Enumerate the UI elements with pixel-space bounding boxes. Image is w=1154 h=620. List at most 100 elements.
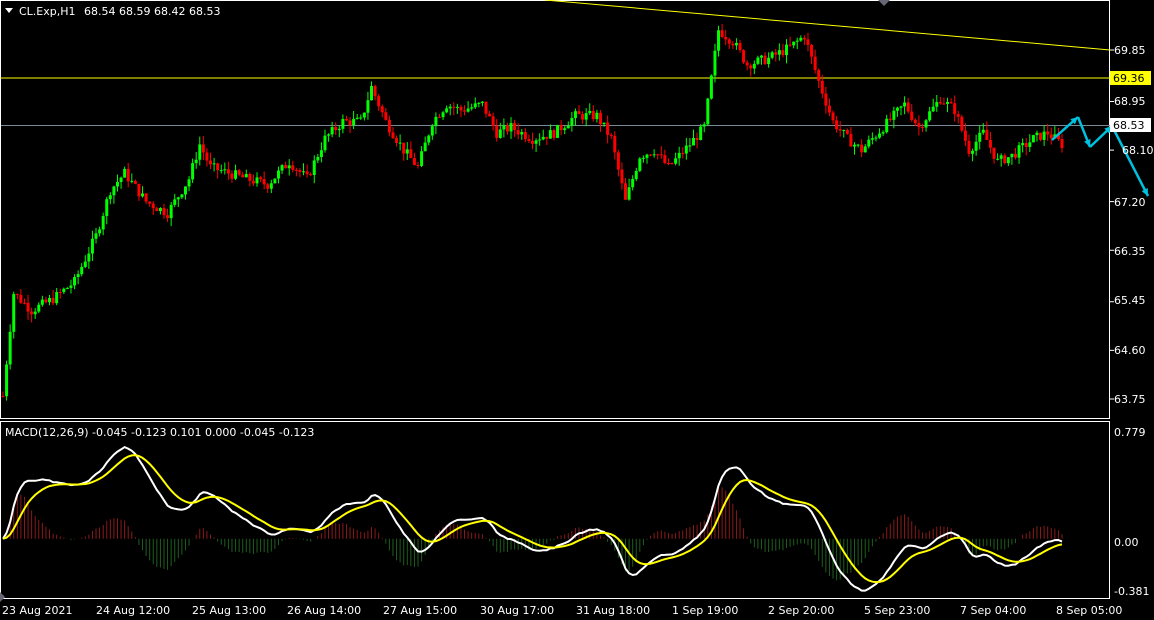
candle-body xyxy=(1,396,5,398)
price-label-1: 69.85 xyxy=(1114,44,1146,57)
price-axis: 69.85 68.95 68.10 67.20 66.35 65.45 64.6… xyxy=(1110,44,1154,406)
candle-body xyxy=(51,297,55,304)
candle-body xyxy=(430,126,434,136)
candle-body xyxy=(470,107,474,109)
candle-body xyxy=(237,170,241,175)
candle-body xyxy=(101,215,105,230)
candle-body xyxy=(455,106,459,108)
candle-body xyxy=(938,102,942,104)
candle-body xyxy=(176,197,180,200)
price-pane[interactable] xyxy=(0,0,1110,419)
macd-pane[interactable] xyxy=(0,421,1110,599)
trading-chart[interactable]: CL.Exp,H1 68.54 68.59 68.42 68.53 69.85 … xyxy=(0,0,1154,620)
candle-body xyxy=(992,147,996,159)
candle-body xyxy=(541,136,545,140)
candle-body xyxy=(874,137,878,139)
candle-body xyxy=(262,179,266,185)
candle-body xyxy=(595,112,599,120)
candle-body xyxy=(377,96,381,107)
macd-axis-label-min: -0.381 xyxy=(1114,585,1149,598)
candle-body xyxy=(795,40,799,42)
candle-body xyxy=(330,127,334,135)
candle-body xyxy=(624,183,628,200)
candle-body xyxy=(216,163,220,171)
scroll-marker-icon xyxy=(878,0,890,6)
candle-body xyxy=(763,55,767,64)
candle-body xyxy=(548,130,552,139)
candle-body xyxy=(19,294,23,303)
candle-body xyxy=(534,140,538,144)
candle-body xyxy=(155,208,159,212)
time-label-4: 26 Aug 14:00 xyxy=(287,604,361,617)
candle-body xyxy=(498,129,502,138)
candle-body xyxy=(316,157,320,161)
candle-body xyxy=(928,111,932,121)
candle-body xyxy=(287,165,291,169)
candle-body xyxy=(598,112,602,125)
candle-body xyxy=(802,37,806,40)
symbol-timeframe: CL.Exp,H1 xyxy=(19,5,76,18)
candle-body xyxy=(527,139,531,141)
chart-menu-triangle-icon[interactable] xyxy=(5,8,13,13)
candle-body xyxy=(137,183,141,197)
price-label-6: 65.45 xyxy=(1114,294,1146,307)
candle-body xyxy=(581,114,585,120)
candle-body xyxy=(133,180,137,184)
candle-body xyxy=(824,93,828,106)
candle-body xyxy=(674,158,678,164)
candle-body xyxy=(1006,157,1010,164)
time-label-12: 8 Sep 05:00 xyxy=(1056,604,1122,617)
candle-body xyxy=(8,331,12,365)
candle-body xyxy=(573,111,577,118)
macd-histogram xyxy=(6,487,1063,581)
candle-body xyxy=(777,50,781,55)
candle-body xyxy=(148,201,152,204)
candle-body xyxy=(978,132,982,142)
candle-body xyxy=(906,102,910,112)
candle-body xyxy=(495,125,499,138)
candle-body xyxy=(946,101,950,104)
candle-body xyxy=(359,117,363,119)
candle-body xyxy=(391,132,395,139)
price-label-7: 64.60 xyxy=(1114,344,1146,357)
candle-body xyxy=(12,294,16,332)
candle-body xyxy=(44,299,48,303)
candle-body xyxy=(881,132,885,134)
time-label-1: 23 Aug 2021 xyxy=(2,604,72,617)
candle-body xyxy=(684,145,688,154)
candle-body xyxy=(144,193,148,202)
candle-body xyxy=(194,159,198,164)
candle-body xyxy=(627,187,631,200)
candle-body xyxy=(513,123,517,131)
candle-body xyxy=(602,122,606,125)
price-label-5: 66.35 xyxy=(1114,245,1146,258)
candle-body xyxy=(531,140,534,144)
candle-body xyxy=(620,169,624,184)
candle-body xyxy=(448,106,452,109)
time-label-8: 1 Sep 19:00 xyxy=(672,604,738,617)
candle-body xyxy=(151,203,155,209)
candle-body xyxy=(681,152,685,154)
candle-body xyxy=(276,170,280,179)
candle-body xyxy=(15,294,19,296)
candle-body xyxy=(727,39,731,44)
candle-body xyxy=(895,107,899,111)
candle-body xyxy=(187,179,191,187)
candle-body xyxy=(183,186,187,195)
candle-body xyxy=(695,137,699,140)
candle-body xyxy=(820,80,824,94)
candle-body xyxy=(294,169,298,171)
candle-body xyxy=(384,112,388,120)
candle-body xyxy=(230,173,234,179)
candle-body xyxy=(756,57,760,64)
candle-body xyxy=(58,292,62,294)
candle-body xyxy=(956,114,960,117)
candle-body xyxy=(484,101,488,114)
candle-body xyxy=(985,129,989,141)
candle-body xyxy=(309,174,313,176)
time-label-6: 30 Aug 17:00 xyxy=(480,604,554,617)
candle-body xyxy=(255,177,259,184)
candle-body xyxy=(924,120,928,128)
candle-body xyxy=(631,179,635,188)
candle-body xyxy=(913,119,917,124)
